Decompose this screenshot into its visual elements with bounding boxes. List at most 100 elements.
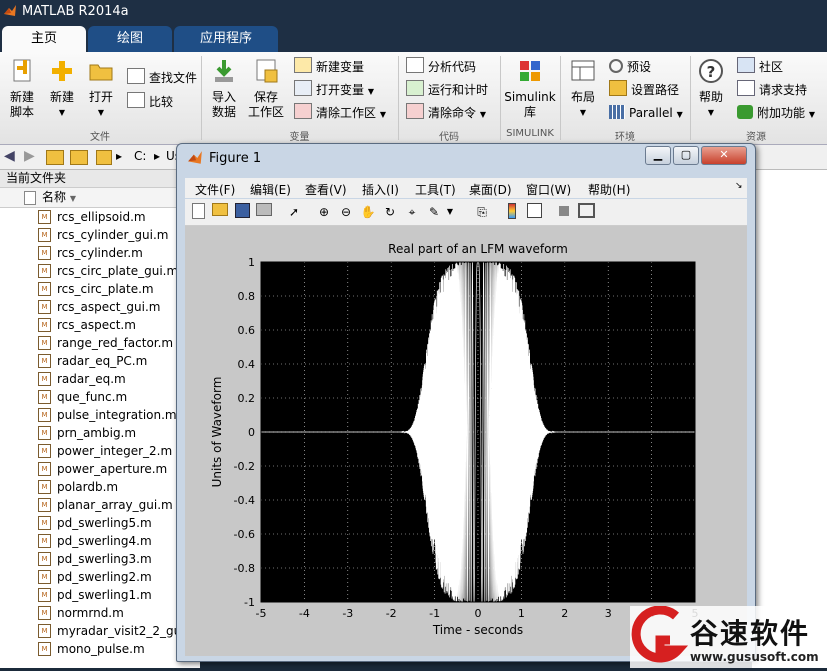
tab-apps[interactable]: 应用程序	[174, 26, 278, 52]
help-button[interactable]: ? 帮助 ▼	[694, 58, 728, 120]
tab-home[interactable]: 主页	[2, 26, 86, 52]
tab-plots[interactable]: 绘图	[88, 26, 172, 52]
legend-icon[interactable]	[525, 203, 543, 221]
file-list-item[interactable]: Mpd_swerling1.m	[0, 586, 200, 604]
browse-folder-icon[interactable]	[70, 150, 88, 165]
file-list-item[interactable]: Mpulse_integration.m	[0, 406, 200, 424]
back-arrow-icon[interactable]: ◀	[4, 148, 15, 164]
file-list-item[interactable]: Mpd_swerling5.m	[0, 514, 200, 532]
file-list-item[interactable]: Mpd_swerling2.m	[0, 568, 200, 586]
new-variable-button[interactable]: 新建变量	[294, 57, 364, 77]
pointer-icon[interactable]: ➚	[285, 203, 303, 221]
show-plot-tools-icon[interactable]	[577, 203, 595, 221]
path-drive[interactable]: C:	[134, 149, 146, 163]
hide-plot-tools-icon[interactable]	[555, 203, 573, 221]
file-list-item[interactable]: Mpower_aperture.m	[0, 460, 200, 478]
addons-button[interactable]: 附加功能 ▼	[737, 103, 815, 123]
file-list-item[interactable]: Mrcs_cylinder_gui.m	[0, 226, 200, 244]
save-workspace-button[interactable]: 保存 工作区	[246, 58, 286, 120]
analyze-code-button[interactable]: 分析代码	[406, 57, 476, 77]
file-list-item[interactable]: Mrange_red_factor.m	[0, 334, 200, 352]
file-list-item[interactable]: Mrcs_aspect.m	[0, 316, 200, 334]
file-list-item[interactable]: Mpower_integer_2.m	[0, 442, 200, 460]
menu-insert[interactable]: 插入(I)	[362, 181, 399, 198]
request-support-button[interactable]: 请求支持	[737, 80, 807, 100]
file-list-item[interactable]: Mrcs_circ_plate_gui.m	[0, 262, 200, 280]
layout-button[interactable]: 布局 ▼	[566, 58, 600, 120]
link-plot-icon[interactable]: ⎘	[473, 203, 491, 221]
close-button[interactable]: ✕	[701, 146, 747, 165]
gear-icon	[609, 59, 623, 73]
command-window-area	[752, 170, 827, 668]
open-file-icon[interactable]	[211, 203, 229, 221]
file-list-item[interactable]: Mmono_pulse.m	[0, 640, 200, 658]
zoom-in-icon[interactable]: ⊕	[315, 203, 333, 221]
file-list-item[interactable]: Mradar_eq.m	[0, 370, 200, 388]
clear-commands-label: 清除命令	[428, 106, 477, 120]
svg-text:?: ?	[707, 63, 716, 81]
find-files-icon	[127, 68, 145, 84]
file-list-item[interactable]: Mrcs_cylinder.m	[0, 244, 200, 262]
y-tick-label: 0.4	[238, 358, 256, 371]
preferences-button[interactable]: 预设	[609, 57, 651, 77]
chevron-down-icon[interactable]: ▼	[441, 203, 459, 221]
menu-window[interactable]: 窗口(W)	[526, 181, 571, 198]
parallel-button[interactable]: Parallel ▼	[609, 103, 683, 123]
file-list-item[interactable]: Mnormrnd.m	[0, 604, 200, 622]
file-list-item[interactable]: Mrcs_ellipsoid.m	[0, 208, 200, 226]
clear-commands-button[interactable]: 清除命令 ▼	[406, 103, 486, 123]
file-list-item[interactable]: Mpd_swerling3.m	[0, 550, 200, 568]
maximize-button[interactable]: ▢	[673, 146, 699, 165]
lfm-waveform-plot[interactable]: Real part of an LFM waveform -5 -4 -3 -2 -1 0…	[185, 226, 747, 656]
file-list-item[interactable]: Mrcs_aspect_gui.m	[0, 298, 200, 316]
open-variable-icon	[294, 80, 312, 96]
colorbar-icon[interactable]	[503, 203, 521, 221]
run-and-time-button[interactable]: 运行和计时	[406, 80, 488, 100]
menu-file[interactable]: 文件(F)	[195, 181, 235, 198]
simulink-library-button[interactable]: Simulink 库	[504, 58, 556, 120]
file-list-item[interactable]: Mpd_swerling4.m	[0, 532, 200, 550]
help-label: 帮助	[698, 90, 723, 104]
analyze-code-icon	[406, 57, 424, 73]
import-data-button[interactable]: 导入 数据	[206, 58, 242, 120]
open-variable-button[interactable]: 打开变量 ▼	[294, 80, 374, 100]
parallel-icon	[609, 105, 625, 119]
y-axis-label: Units of Waveform	[210, 377, 224, 488]
set-path-button[interactable]: 设置路径	[609, 80, 679, 100]
new-figure-icon[interactable]	[189, 203, 207, 221]
menu-view[interactable]: 查看(V)	[305, 181, 347, 198]
zoom-out-icon[interactable]: ⊖	[337, 203, 355, 221]
open-button[interactable]: 打开 ▼	[84, 58, 118, 120]
clear-workspace-button[interactable]: 清除工作区 ▼	[294, 103, 386, 123]
community-label: 社区	[759, 60, 784, 74]
community-button[interactable]: 社区	[737, 57, 783, 77]
up-folder-icon[interactable]	[46, 150, 64, 165]
compare-button[interactable]: 比较	[127, 92, 173, 112]
file-list-item[interactable]: Mrcs_circ_plate.m	[0, 280, 200, 298]
new-button[interactable]: 新建 ▼	[46, 58, 78, 120]
data-cursor-icon[interactable]: ⌖	[403, 203, 421, 221]
menu-desktop[interactable]: 桌面(D)	[469, 181, 512, 198]
file-list-item[interactable]: Mmyradar_visit2_2_gui.	[0, 622, 200, 640]
file-list-item[interactable]: Mprn_ambig.m	[0, 424, 200, 442]
menu-edit[interactable]: 编辑(E)	[250, 181, 291, 198]
matlab-logo-icon	[4, 5, 16, 16]
dock-arrow-icon[interactable]: ↘	[735, 181, 743, 191]
pan-hand-icon[interactable]: ✋	[359, 203, 377, 221]
file-list-item[interactable]: Mplanar_array_gui.m	[0, 496, 200, 514]
minimize-button[interactable]: ▁	[645, 146, 671, 165]
file-list-item[interactable]: Mpolardb.m	[0, 478, 200, 496]
import-icon	[215, 60, 233, 82]
save-icon[interactable]	[233, 203, 251, 221]
print-icon[interactable]	[255, 203, 273, 221]
figure-title: Figure 1	[209, 151, 262, 166]
forward-arrow-icon[interactable]: ▶	[24, 148, 35, 164]
menu-tools[interactable]: 工具(T)	[415, 181, 456, 198]
file-list-item[interactable]: Mque_func.m	[0, 388, 200, 406]
rotate-3d-icon[interactable]: ↻	[381, 203, 399, 221]
find-files-button[interactable]: 查找文件	[127, 68, 197, 88]
menu-help[interactable]: 帮助(H)	[588, 181, 630, 198]
new-script-button[interactable]: 新建 脚本	[4, 58, 40, 120]
name-column-header[interactable]: 名称 ▼	[0, 188, 200, 208]
file-list-item[interactable]: Mradar_eq_PC.m	[0, 352, 200, 370]
